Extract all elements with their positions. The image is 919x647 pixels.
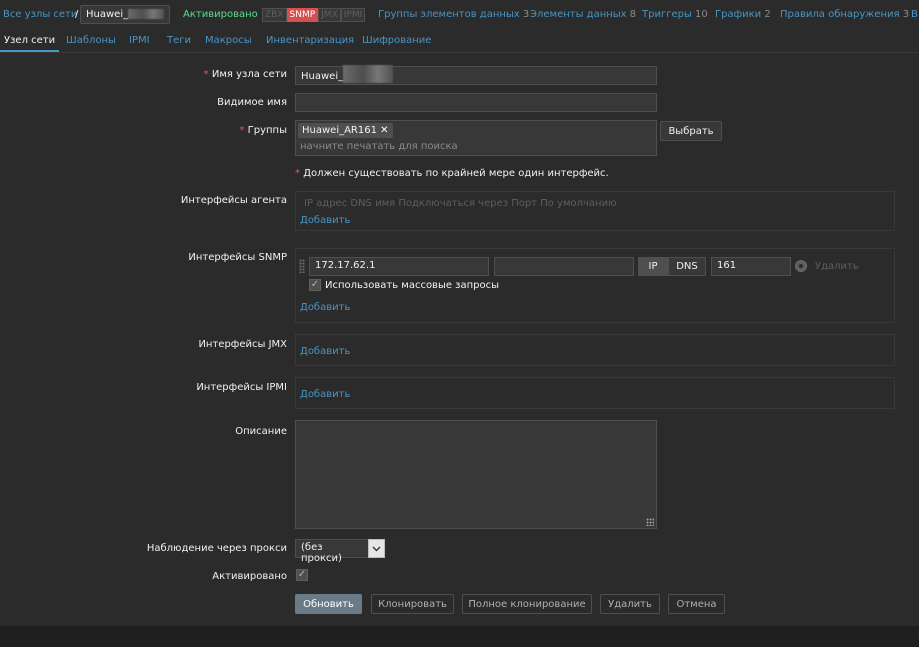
tab-tags[interactable]: Теги bbox=[167, 35, 191, 46]
remove-snmp-interface-link[interactable]: Удалить bbox=[815, 261, 859, 272]
add-snmp-interface-link[interactable]: Добавить bbox=[300, 302, 350, 313]
update-button[interactable]: Обновить bbox=[295, 594, 362, 614]
proxy-label: Наблюдение через прокси bbox=[146, 543, 287, 554]
snmp-ip-input[interactable]: 172.17.62.1 bbox=[309, 257, 489, 276]
chevron-down-icon[interactable] bbox=[368, 539, 385, 558]
enabled-checkbox[interactable]: ✓ bbox=[296, 569, 308, 581]
remove-chip-icon[interactable]: ✕ bbox=[380, 125, 388, 136]
select-groups-button[interactable]: Выбрать bbox=[660, 121, 722, 141]
default-interface-radio[interactable] bbox=[795, 260, 807, 272]
tab-bar: Узел сети Шаблоны IPMI Теги Макросы Инве… bbox=[0, 30, 919, 53]
jmx-badge: JMX bbox=[318, 8, 341, 22]
chevron-down-glyph bbox=[372, 546, 381, 551]
add-ipmi-interface-link[interactable]: Добавить bbox=[300, 389, 350, 400]
nav-discovery-count: 3 bbox=[902, 9, 910, 20]
nav-items-count: 8 bbox=[629, 9, 637, 20]
description-label: Описание bbox=[235, 426, 287, 437]
tab-macros[interactable]: Макросы bbox=[205, 35, 252, 46]
agent-interfaces-label: Интерфейсы агента bbox=[180, 195, 287, 206]
tab-inventory[interactable]: Инвентаризация bbox=[266, 35, 354, 46]
jmx-interfaces-label: Интерфейсы JMX bbox=[198, 339, 287, 350]
availability-badges: ZBX SNMP JMX IPMI bbox=[262, 8, 366, 22]
description-textarea[interactable] bbox=[295, 420, 657, 529]
nav-items[interactable]: Элементы данных 8 bbox=[530, 9, 636, 20]
nav-web[interactable]: В bbox=[911, 9, 918, 20]
nav-triggers[interactable]: Триггеры 10 bbox=[642, 9, 708, 20]
jmx-interfaces-box bbox=[295, 334, 895, 366]
tab-encryption[interactable]: Шифрование bbox=[362, 35, 431, 46]
ipmi-interfaces-label: Интерфейсы IPMI bbox=[196, 382, 287, 393]
footer-bar bbox=[0, 626, 919, 647]
delete-button[interactable]: Удалить bbox=[600, 594, 660, 614]
nav-graphs[interactable]: Графики 2 bbox=[715, 9, 771, 20]
nav-discovery-label: Правила обнаружения bbox=[780, 9, 900, 20]
host-name-input[interactable]: Huawei_ bbox=[295, 65, 657, 85]
resize-grip-icon[interactable] bbox=[646, 518, 654, 526]
nav-graphs-label: Графики bbox=[715, 9, 762, 20]
nav-triggers-label: Триггеры bbox=[642, 9, 692, 20]
breadcrumb-current-host[interactable]: Huawei_ bbox=[80, 5, 171, 24]
ipmi-badge: IPMI bbox=[340, 8, 366, 22]
breadcrumb-separator: / bbox=[75, 9, 79, 20]
connect-via-dns-button[interactable]: DNS bbox=[668, 257, 706, 276]
ipmi-interfaces-box bbox=[295, 377, 895, 409]
nav-item-groups[interactable]: Группы элементов данных 3 bbox=[378, 9, 529, 20]
group-chip-label: Huawei_AR161 bbox=[302, 125, 377, 136]
header-bar: Все узлы сети / Huawei_ Активировано ZBX… bbox=[0, 0, 919, 30]
redacted-host-suffix bbox=[128, 9, 165, 19]
snmp-badge: SNMP bbox=[286, 8, 319, 22]
group-chip: Huawei_AR161 ✕ bbox=[298, 123, 393, 138]
host-name-label-text: Имя узла сети bbox=[211, 69, 287, 80]
connect-via-ip-button[interactable]: IP bbox=[638, 257, 668, 276]
visible-name-label: Видимое имя bbox=[217, 97, 287, 108]
host-name-value: Huawei_ bbox=[301, 71, 344, 82]
breadcrumb-all-hosts[interactable]: Все узлы сети bbox=[3, 9, 77, 20]
add-agent-interface-link[interactable]: Добавить bbox=[300, 215, 350, 226]
required-marker: * bbox=[295, 168, 304, 179]
interface-warning-text: Должен существовать по крайней мере один… bbox=[303, 168, 609, 179]
active-tab-indicator bbox=[0, 50, 59, 52]
enabled-label: Активировано bbox=[212, 571, 287, 582]
host-name-label: * Имя узла сети bbox=[27, 69, 287, 80]
breadcrumb-host-label: Huawei_ bbox=[86, 9, 129, 20]
agent-interfaces-headers: IP адрес DNS имя Подключаться через Порт… bbox=[304, 198, 617, 209]
nav-item-groups-label: Группы элементов данных bbox=[378, 9, 520, 20]
bulk-requests-checkbox[interactable]: ✓ bbox=[309, 279, 321, 291]
nav-items-label: Элементы данных bbox=[530, 9, 627, 20]
snmp-dns-input[interactable] bbox=[494, 257, 634, 276]
status-enabled: Активировано bbox=[183, 9, 258, 20]
tab-host[interactable]: Узел сети bbox=[4, 35, 55, 46]
required-marker: * bbox=[203, 69, 212, 80]
drag-handle-icon[interactable] bbox=[299, 259, 305, 273]
groups-placeholder: начните печатать для поиска bbox=[300, 141, 458, 152]
groups-label: * Группы bbox=[27, 125, 287, 136]
cancel-button[interactable]: Отмена bbox=[668, 594, 725, 614]
snmp-port-input[interactable]: 161 bbox=[711, 257, 791, 276]
clone-button[interactable]: Клонировать bbox=[371, 594, 454, 614]
snmp-interfaces-label: Интерфейсы SNMP bbox=[188, 252, 287, 263]
required-marker: * bbox=[239, 125, 248, 136]
nav-triggers-count: 10 bbox=[695, 9, 708, 20]
visible-name-input[interactable] bbox=[295, 93, 657, 112]
agent-interfaces-box bbox=[295, 191, 895, 231]
redacted-host-suffix bbox=[343, 65, 394, 83]
nav-web-label: В bbox=[911, 9, 918, 20]
interface-warning: * Должен существовать по крайней мере од… bbox=[295, 168, 609, 179]
nav-item-groups-count: 3 bbox=[522, 9, 530, 20]
add-jmx-interface-link[interactable]: Добавить bbox=[300, 346, 350, 357]
tab-templates[interactable]: Шаблоны bbox=[66, 35, 116, 46]
proxy-select[interactable]: (без прокси) bbox=[295, 539, 369, 564]
groups-label-text: Группы bbox=[247, 125, 287, 136]
full-clone-button[interactable]: Полное клонирование bbox=[462, 594, 592, 614]
nav-discovery[interactable]: Правила обнаружения 3 bbox=[780, 9, 909, 20]
tab-ipmi[interactable]: IPMI bbox=[129, 35, 150, 46]
nav-graphs-count: 2 bbox=[764, 9, 771, 20]
zbx-badge: ZBX bbox=[262, 8, 287, 22]
bulk-requests-label: Использовать массовые запросы bbox=[325, 280, 500, 291]
